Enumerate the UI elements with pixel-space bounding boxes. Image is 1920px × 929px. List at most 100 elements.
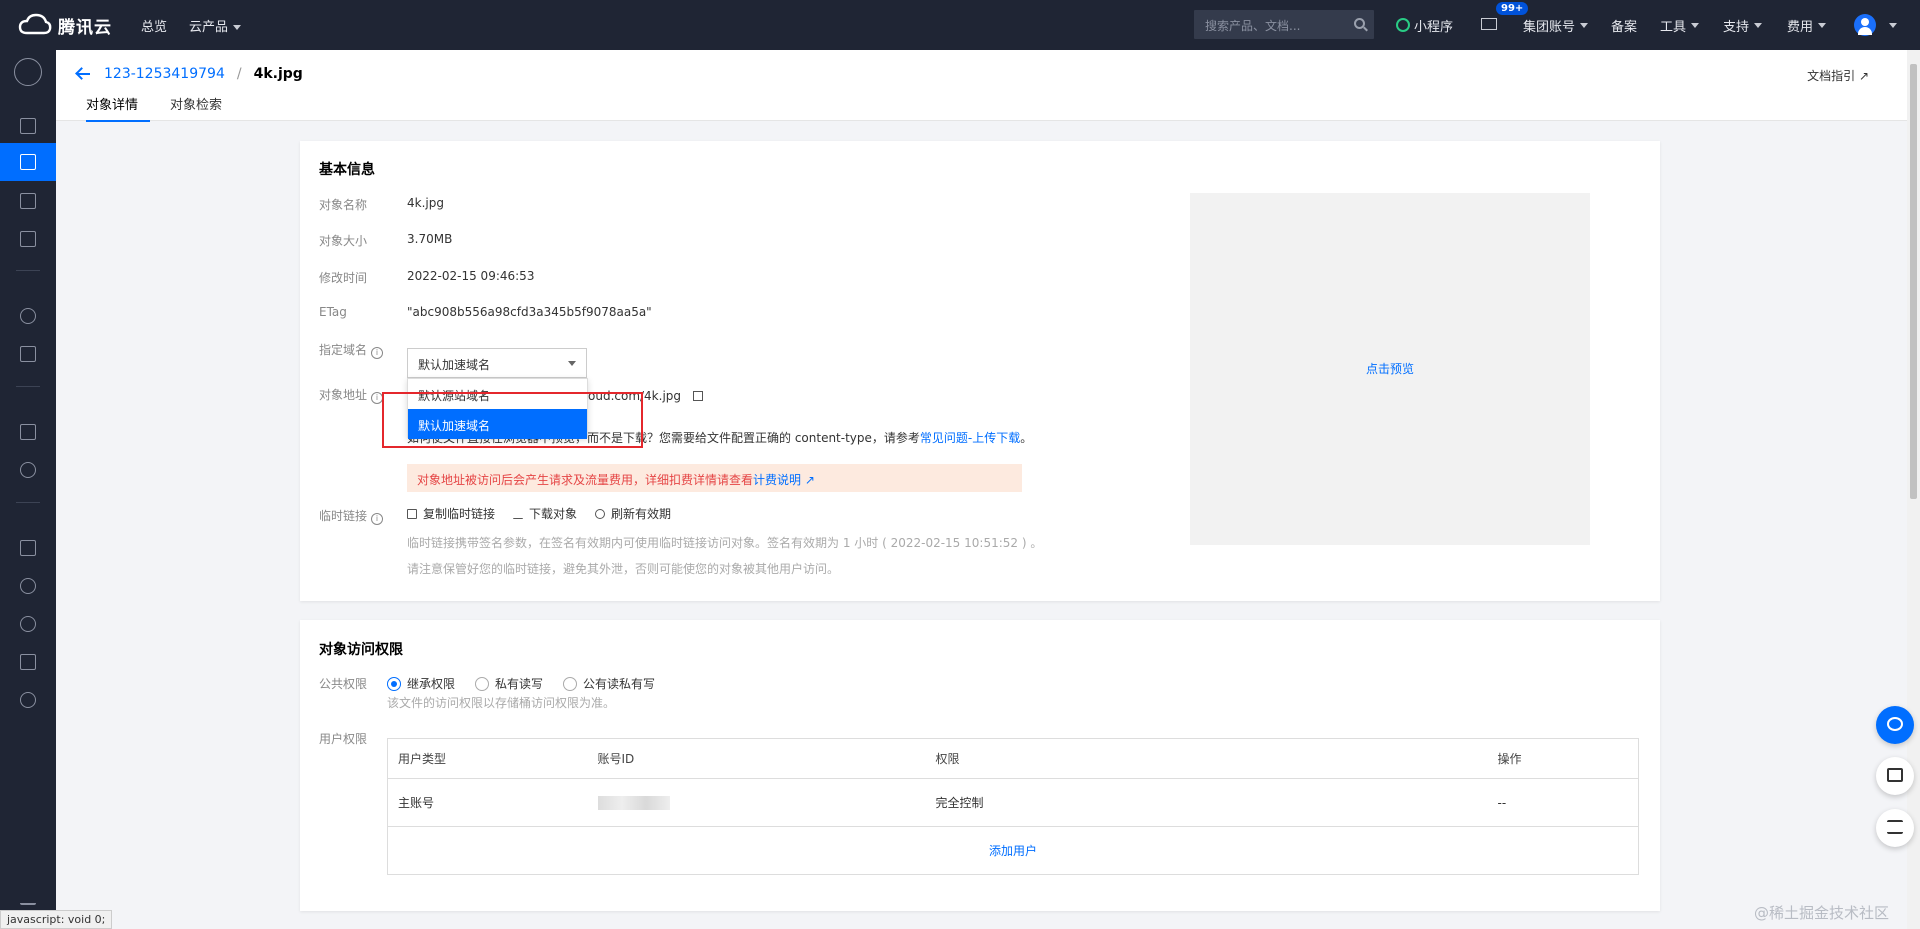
chevron-down-icon (1754, 22, 1763, 28)
customer-service-button[interactable] (1876, 706, 1914, 744)
cell-account-id (587, 778, 926, 827)
pulse-icon[interactable] (20, 578, 36, 594)
etag-label: ETag (319, 305, 347, 319)
billing-icon[interactable] (20, 692, 36, 708)
col-account-id: 账号ID (587, 738, 926, 779)
outline-button[interactable] (1876, 809, 1914, 847)
docs-button[interactable] (1876, 757, 1914, 795)
nav-products[interactable]: 云产品 (189, 16, 242, 35)
nav-overview[interactable]: 总览 (141, 16, 167, 35)
highlight-annotation-box (382, 392, 643, 448)
col-permission: 权限 (925, 738, 1488, 779)
monitor-icon[interactable] (20, 308, 36, 324)
user-permission-label: 用户权限 (319, 732, 368, 746)
support-menu[interactable]: 支持 (1723, 0, 1763, 50)
side-navigation (0, 50, 56, 929)
breadcrumb-bucket-link[interactable]: 123-1253419794 (104, 66, 225, 82)
cos-product-icon[interactable] (14, 58, 42, 86)
radio-inherit[interactable]: 继承权限 (387, 675, 455, 692)
scrollbar-thumb[interactable] (1910, 64, 1917, 499)
faq-upload-download-link[interactable]: 常见问题-上传下载 (920, 431, 1020, 445)
radio-dot-icon (387, 676, 401, 691)
breadcrumb: 123-1253419794 / 4k.jpg (76, 66, 303, 82)
breadcrumb-current: 4k.jpg (253, 66, 303, 82)
tencent-cloud-logo[interactable]: 腾讯云 (18, 13, 126, 38)
collapse-menu-icon[interactable] (20, 893, 36, 905)
checklist-icon[interactable] (20, 346, 36, 362)
group-account-menu[interactable]: 集团账号 (1523, 0, 1589, 50)
tab-object-search[interactable]: 对象检索 (170, 94, 222, 122)
object-address-label: 对象地址 i (319, 386, 384, 404)
image-preview-area[interactable]: 点击预览 (1190, 193, 1590, 545)
copy-temp-link-button[interactable]: 复制临时链接 (407, 505, 495, 522)
copy-icon[interactable] (692, 391, 703, 401)
page-header: 123-1253419794 / 4k.jpg 文档指引 ↗ 对象详情 对象检索 (56, 50, 1907, 122)
radio-inherit-label: 继承权限 (407, 677, 456, 691)
mini-program-label: 小程序 (1414, 19, 1454, 35)
analytics-icon[interactable] (20, 616, 36, 632)
modified-time-value: 2022-02-15 09:46:53 (407, 269, 535, 283)
billing-info-link[interactable]: 计费说明 (753, 473, 801, 487)
temp-link-label: 临时链接 i (319, 507, 384, 525)
click-preview-link[interactable]: 点击预览 (1366, 362, 1414, 376)
chevron-down-icon (1818, 22, 1827, 28)
headset-icon (1887, 717, 1903, 731)
beian-link[interactable]: 备案 (1611, 0, 1637, 50)
download-object-button[interactable]: 下载对象 (513, 505, 577, 522)
domain-label-text: 指定域名 (319, 343, 368, 357)
temp-link-label-text: 临时链接 (319, 509, 368, 523)
copy-icon (407, 508, 417, 519)
task-icon[interactable] (20, 231, 36, 247)
avatar[interactable] (1854, 14, 1876, 36)
etag-value: "abc908b556a98cfd3a345b5f9078aa5a" (407, 305, 652, 319)
object-name-label: 对象名称 (319, 198, 368, 212)
preview-hint-suffix: 。 (1020, 431, 1033, 445)
download-icon (513, 509, 524, 519)
overview-icon[interactable] (20, 118, 36, 134)
domain-select[interactable]: 默认加速域名 (407, 348, 587, 378)
back-arrow-icon[interactable] (76, 67, 90, 81)
object-address-label-text: 对象地址 (319, 388, 368, 402)
search-icon[interactable] (1354, 18, 1365, 29)
table-row: 主账号 完全控制 -- (387, 778, 1639, 827)
chevron-down-icon (568, 361, 576, 366)
doc-guide-link[interactable]: 文档指引 ↗ (1807, 67, 1869, 84)
nav-products-label: 云产品 (189, 19, 229, 35)
mini-program-link[interactable]: 小程序 (1396, 0, 1453, 50)
search-input[interactable]: 搜索产品、文档... (1194, 10, 1374, 39)
mini-program-icon (1396, 18, 1410, 32)
tab-object-details[interactable]: 对象详情 (86, 94, 151, 122)
support-label: 支持 (1723, 19, 1750, 35)
dashboard-icon[interactable] (20, 462, 36, 478)
radio-public-read[interactable]: 公有读私有写 (563, 675, 655, 692)
cell-permission: 完全控制 (925, 778, 1488, 827)
list-icon (1887, 820, 1903, 834)
radio-private[interactable]: 私有读写 (475, 675, 543, 692)
cube-icon[interactable] (20, 540, 36, 556)
brand-name: 腾讯云 (58, 17, 112, 38)
group-account-label: 集团账号 (1523, 19, 1576, 35)
settings-icon[interactable] (20, 654, 36, 670)
grid-apps-icon[interactable] (20, 424, 36, 440)
chevron-down-icon (1889, 22, 1897, 28)
public-permission-label: 公共权限 (319, 677, 368, 691)
account-menu-toggle[interactable] (1884, 0, 1897, 50)
fees-menu[interactable]: 费用 (1787, 0, 1827, 50)
radio-dot-icon (563, 676, 578, 691)
basic-info-card: 基本信息 对象名称 4k.jpg 对象大小 3.70MB 修改时间 2022-0… (300, 141, 1660, 601)
add-user-button[interactable]: 添加用户 (387, 826, 1639, 875)
page-scrollbar[interactable] (1907, 50, 1920, 929)
mail-icon[interactable] (1481, 18, 1497, 30)
cell-user-type: 主账号 (387, 778, 588, 827)
info-icon[interactable]: i (371, 513, 384, 525)
refresh-validity-button[interactable]: 刷新有效期 (595, 505, 671, 522)
radio-private-label: 私有读写 (495, 677, 544, 691)
browser-status-tooltip: javascript: void 0; (0, 910, 113, 929)
public-permission-hint: 该文件的访问权限以存储桶访问权限为准。 (387, 696, 616, 710)
tools-menu[interactable]: 工具 (1660, 0, 1700, 50)
table-header-row: 用户类型 账号ID 权限 操作 (387, 738, 1639, 779)
billing-warning-banner: 对象地址被访问后会产生请求及流量费用，详细扣费详情请查看计费说明 ↗ (407, 464, 1022, 492)
info-icon[interactable]: i (371, 347, 384, 359)
calendar-icon[interactable] (20, 193, 36, 209)
domain-select-value: 默认加速域名 (418, 358, 491, 372)
